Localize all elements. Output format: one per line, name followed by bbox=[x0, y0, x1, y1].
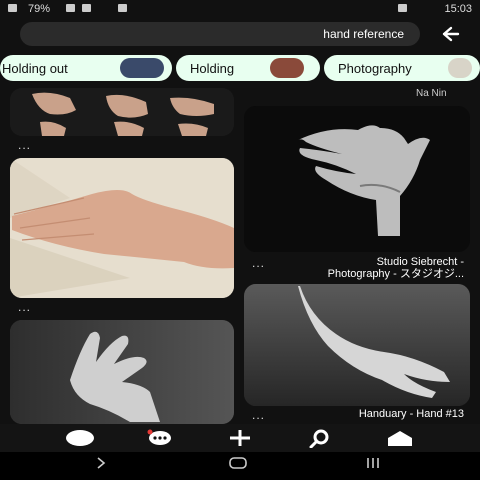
pin-more-button[interactable]: ... bbox=[18, 138, 31, 152]
chip-label: Holding out bbox=[2, 61, 68, 76]
pin-more-button[interactable]: ... bbox=[252, 256, 265, 270]
pin-image-bw-hand[interactable] bbox=[10, 320, 234, 424]
pin-more-button[interactable]: ... bbox=[252, 408, 265, 422]
signal-icon bbox=[82, 4, 91, 12]
create-plus-icon[interactable] bbox=[224, 428, 256, 448]
profile-avatar-icon[interactable] bbox=[64, 428, 96, 448]
pin-image-outstretched-hand[interactable] bbox=[10, 158, 234, 298]
pin-caption: Handuary - Hand #13 bbox=[358, 408, 464, 420]
pin-caption-line: Photography - スタジオジ... bbox=[327, 268, 464, 280]
pin-author: Na Nin bbox=[416, 88, 447, 99]
back-nav-icon[interactable] bbox=[94, 456, 108, 473]
pin-image-hand-grid[interactable] bbox=[10, 88, 234, 136]
battery-icon bbox=[8, 4, 17, 12]
home-button-icon[interactable] bbox=[228, 456, 248, 473]
pin-image-studio-hand[interactable] bbox=[244, 106, 470, 252]
pin-more-button[interactable]: ... bbox=[18, 300, 31, 314]
search-query: hand reference bbox=[323, 27, 404, 41]
status-bar: 15:03 79% bbox=[0, 0, 480, 18]
search-icon[interactable] bbox=[304, 428, 336, 449]
chip-thumbnail bbox=[448, 58, 472, 78]
notification-icon bbox=[118, 4, 127, 12]
home-icon[interactable] bbox=[384, 428, 416, 448]
chip-thumbnail bbox=[120, 58, 164, 78]
chip-holding-out[interactable]: Holding out bbox=[0, 55, 172, 81]
messages-icon[interactable] bbox=[144, 428, 176, 448]
wifi-icon bbox=[66, 4, 75, 12]
chip-thumbnail bbox=[270, 58, 304, 78]
pin-caption-line: Studio Siebrecht - bbox=[376, 256, 464, 268]
pin-caption: Studio Siebrecht - Photography - スタジオジ..… bbox=[270, 256, 464, 280]
search-input[interactable]: hand reference bbox=[20, 22, 420, 46]
chip-label: Holding bbox=[190, 61, 235, 76]
clock: 15:03 bbox=[444, 3, 472, 15]
battery-level: 79% bbox=[28, 3, 51, 15]
chip-photography[interactable]: Photography bbox=[324, 55, 480, 81]
pin-image-handuary[interactable] bbox=[244, 284, 470, 406]
chip-label: Photography bbox=[338, 61, 412, 76]
chip-holding[interactable]: Holding bbox=[176, 55, 320, 81]
back-arrow-icon[interactable] bbox=[440, 25, 462, 43]
recents-icon[interactable] bbox=[364, 456, 382, 473]
message-notification-icon bbox=[398, 4, 407, 12]
